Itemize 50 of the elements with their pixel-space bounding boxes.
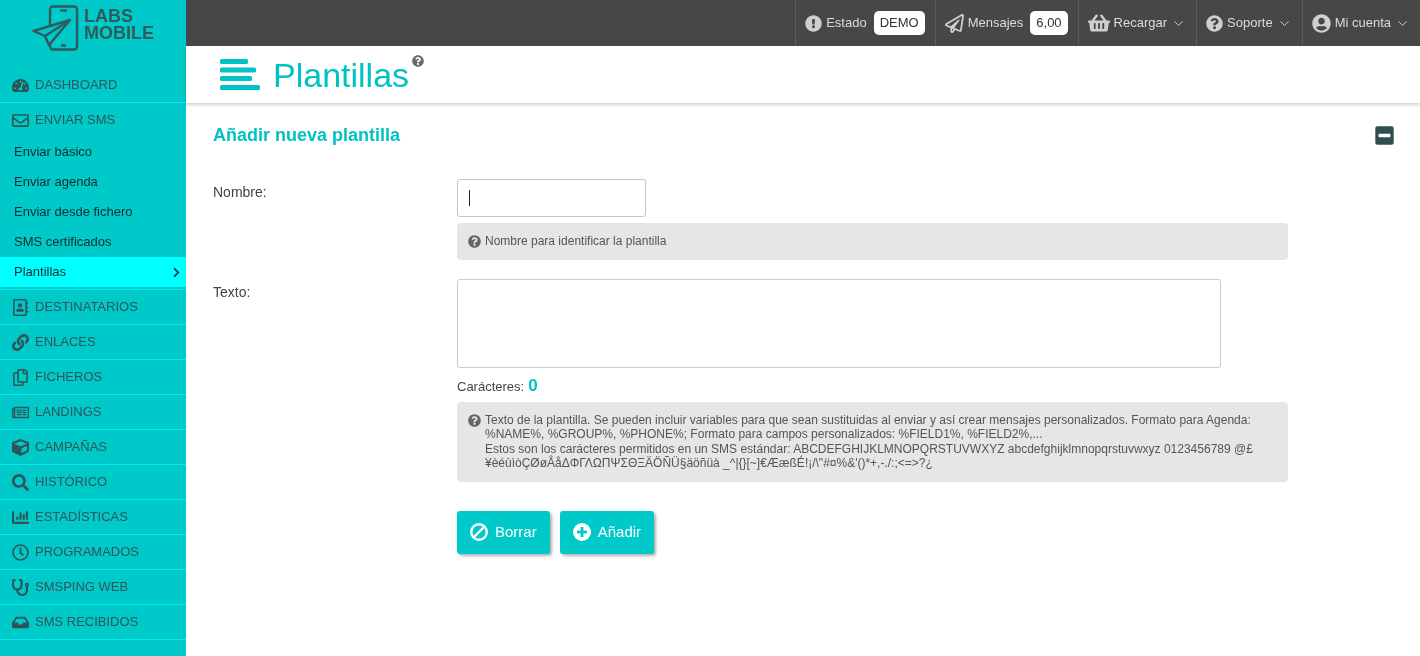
basket-icon bbox=[1087, 12, 1110, 34]
sidebar-item[interactable]: DASHBOARD bbox=[0, 68, 186, 103]
page-title: Plantillas bbox=[273, 55, 410, 94]
sidebar-item[interactable]: CAMPAÑAS bbox=[0, 430, 186, 465]
lines-icon bbox=[220, 59, 260, 90]
search-icon bbox=[12, 473, 29, 491]
envelope-icon bbox=[12, 111, 29, 129]
bar-chart-icon bbox=[12, 508, 29, 526]
sidebar-subitem[interactable]: Enviar agenda bbox=[0, 167, 186, 197]
paper-plane-icon bbox=[944, 13, 964, 33]
chain-link-icon bbox=[12, 333, 29, 351]
field-label: Nombre: bbox=[213, 184, 267, 200]
prohibited-icon bbox=[470, 523, 488, 541]
counter-label: Carácteres: bbox=[457, 377, 525, 396]
logo-icon bbox=[32, 5, 80, 51]
hint-text: Nombre para identificar la plantilla bbox=[485, 234, 667, 249]
plus-circle-icon bbox=[572, 523, 591, 541]
gauge-icon bbox=[12, 76, 29, 94]
topbar-button[interactable]: Estado DEMO bbox=[795, 0, 935, 46]
hint-text: Estos son los carácteres permitidos en un SMS estándar: ABCDEFGHIJKLMNOPQRSTUVWXYZ abcdefghijklmnopqrstuvwxyz 0123456789 @£ ¥èéùìòÇØøÅåΔΦΓΛΩΠΨΣΘΞÄÖÑÜ§äöñüà _^|{}[~]€ÆæßÉ!¡/\"#¤%&'()*+,-./:;<=>?¿ bbox=[485, 441, 1254, 471]
help-icon bbox=[468, 235, 481, 248]
text-cursor bbox=[469, 190, 470, 206]
user-icon bbox=[1311, 13, 1331, 33]
clock-icon bbox=[12, 543, 29, 561]
counter-value: 0 bbox=[528, 376, 538, 395]
stethoscope-icon bbox=[12, 578, 29, 596]
minus-icon[interactable] bbox=[1374, 124, 1395, 146]
sidebar-subitem[interactable]: Enviar básico bbox=[0, 137, 186, 167]
chevron-right-icon bbox=[171, 266, 182, 278]
name-input[interactable] bbox=[457, 179, 646, 217]
field-label: Texto: bbox=[213, 283, 251, 300]
cube-icon bbox=[12, 438, 29, 456]
help-icon[interactable] bbox=[412, 54, 425, 67]
sidebar-item[interactable]: DESTINATARIOS bbox=[0, 290, 186, 325]
sidebar-item[interactable]: ENVIAR SMS bbox=[0, 103, 186, 137]
sidebar-subitem[interactable]: Plantillas bbox=[0, 257, 186, 287]
text-area-field[interactable] bbox=[457, 278, 1221, 368]
sidebar-item[interactable]: FICHEROS bbox=[0, 360, 186, 395]
address-book-icon bbox=[12, 298, 29, 316]
logo-text: LABS MOBILE bbox=[84, 5, 154, 42]
section-title: Añadir nueva plantilla bbox=[213, 124, 401, 146]
exclamation-icon bbox=[805, 14, 823, 32]
sidebar-subitem[interactable]: SMS certificados bbox=[0, 227, 186, 257]
hint-text: Texto de la plantilla. Se pueden incluir variables para que sean sustituidas al enviar y así crear mensajes personalizados. Formato para Agenda: %NAME%, %GROUP%, %PHONE%; Formato para campos personalizados: %FIELD1%, %FIELD2%,... bbox=[485, 412, 1252, 442]
sidebar-subitem[interactable]: Enviar desde fichero bbox=[0, 197, 186, 227]
help-icon bbox=[468, 413, 481, 427]
documents-icon bbox=[12, 368, 29, 386]
topbar-value: DEMO bbox=[873, 11, 925, 35]
topbar-value: 6,00 bbox=[1030, 11, 1068, 35]
question-icon bbox=[1206, 14, 1224, 32]
